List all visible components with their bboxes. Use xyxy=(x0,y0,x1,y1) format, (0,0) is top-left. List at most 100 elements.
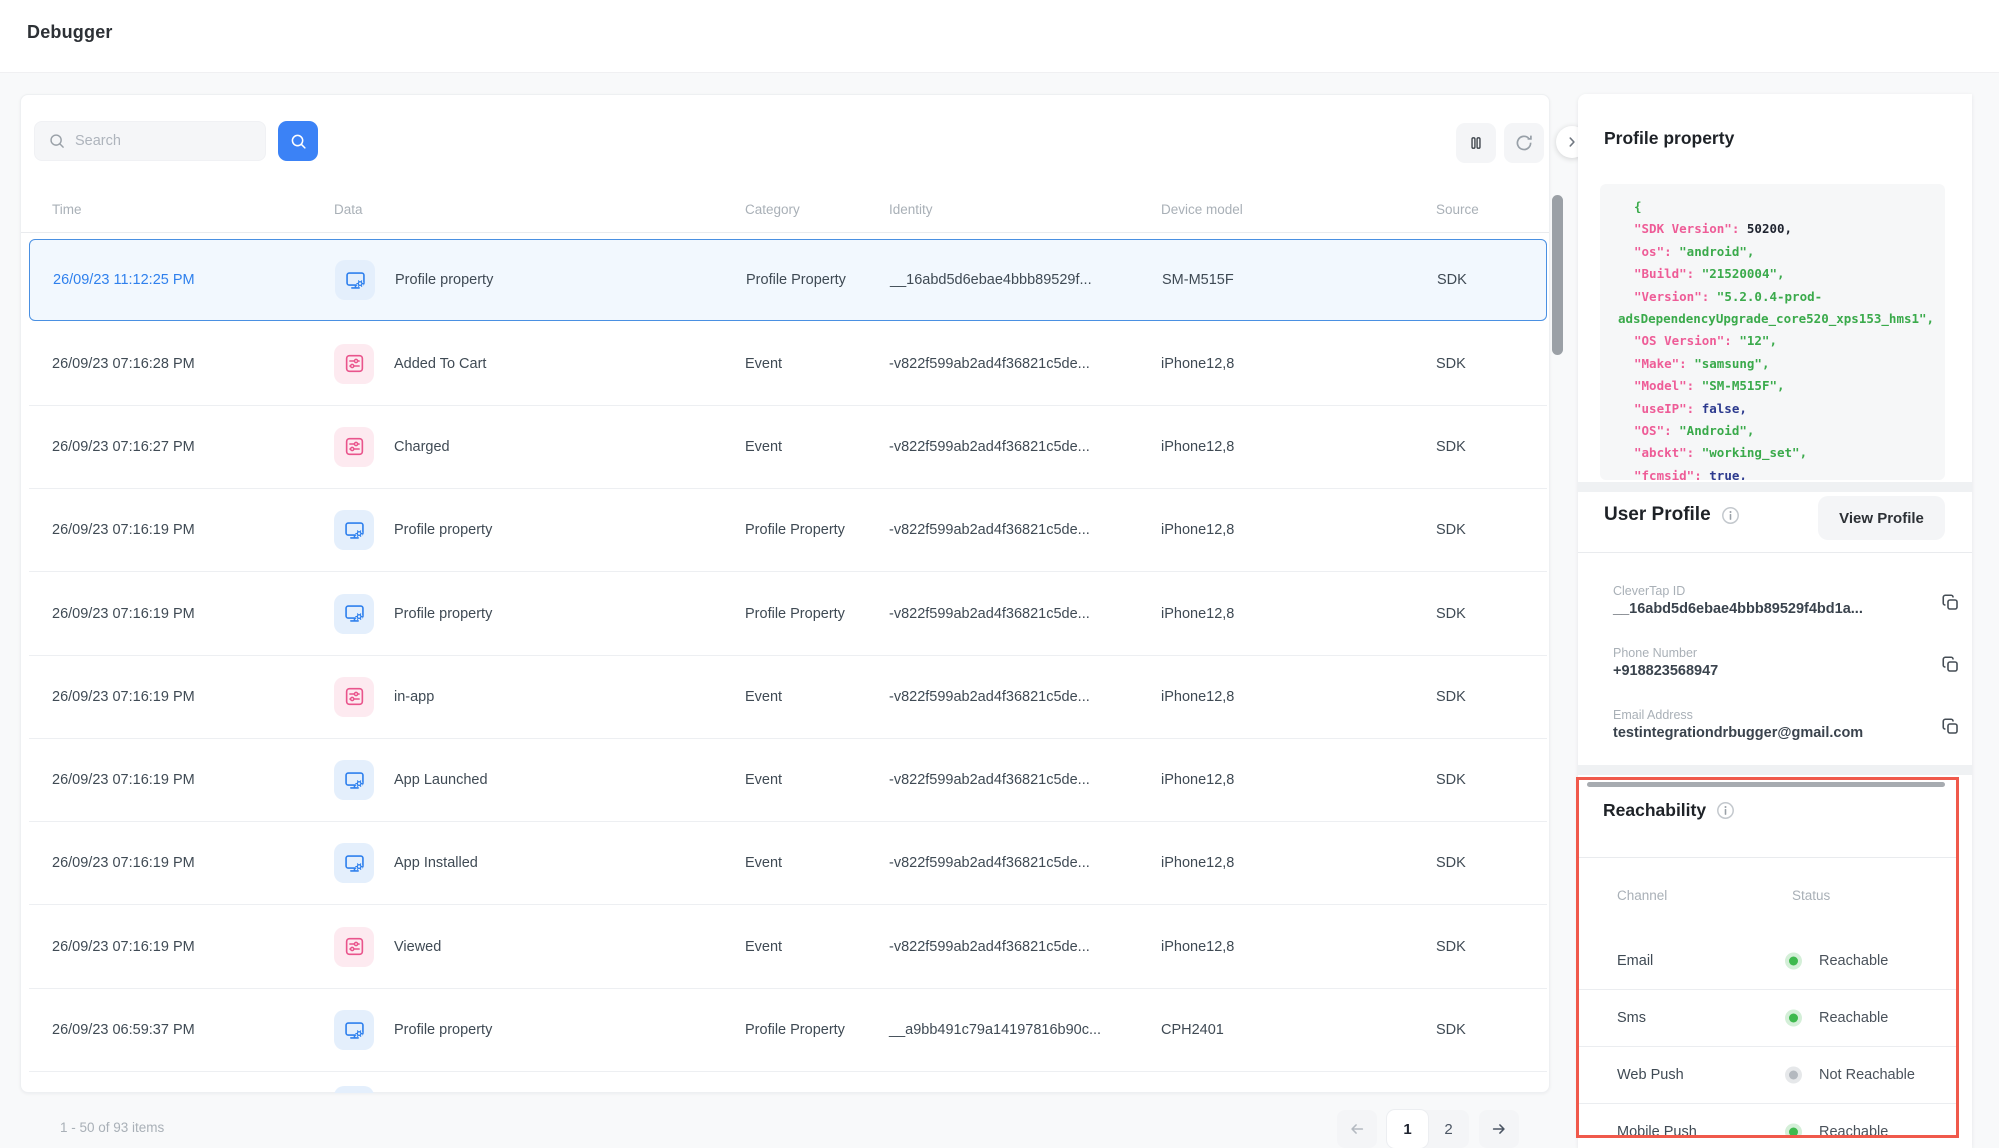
detail-panel: Profile property {"SDK Version": 50200,"… xyxy=(1578,94,1972,1148)
event-icon xyxy=(334,344,374,384)
row-data-label: in-app xyxy=(394,689,434,705)
pause-stream-button[interactable] xyxy=(1456,123,1496,163)
row-time: 26/09/23 11:12:25 PM xyxy=(53,272,195,288)
row-time: 26/09/23 07:16:28 PM xyxy=(52,356,195,372)
row-time: 26/09/23 07:16:19 PM xyxy=(52,606,195,622)
reachable-status-icon xyxy=(1785,1010,1802,1027)
row-device-model: iPhone12,8 xyxy=(1161,855,1234,871)
row-time: 26/09/23 07:16:19 PM xyxy=(52,522,195,538)
info-icon[interactable] xyxy=(1716,801,1735,820)
row-source: SDK xyxy=(1437,272,1467,288)
page-button-1[interactable]: 1 xyxy=(1387,1110,1428,1148)
field-label: CleverTap ID xyxy=(1613,584,1943,598)
row-time: 26/09/23 07:16:27 PM xyxy=(52,439,195,455)
table-scrollbar[interactable] xyxy=(1552,195,1563,355)
channel-column-header: Channel xyxy=(1617,888,1667,903)
reachable-status-icon xyxy=(1785,1124,1802,1136)
page-button-2[interactable]: 2 xyxy=(1428,1110,1469,1148)
row-device-model: CPH2401 xyxy=(1161,1022,1224,1038)
row-data-label: Profile property xyxy=(394,606,492,622)
section-divider xyxy=(1578,765,1972,775)
panel-title: Profile property xyxy=(1604,128,1734,149)
table-row[interactable]: 26/09/23 07:16:19 PM App Installed Event… xyxy=(29,822,1547,905)
row-time: 26/09/23 07:16:19 PM xyxy=(52,939,195,955)
status-label: Reachable xyxy=(1819,1010,1888,1026)
search-button[interactable] xyxy=(278,121,318,161)
pause-icon xyxy=(1467,134,1485,152)
divider xyxy=(1579,857,1956,858)
row-data-label: Profile property xyxy=(394,1022,492,1038)
search-placeholder: Search xyxy=(75,133,121,149)
event-icon xyxy=(334,427,374,467)
table-row[interactable]: 26/09/23 07:16:19 PM Profile property Pr… xyxy=(29,573,1547,656)
field-label: Email Address xyxy=(1613,708,1943,722)
table-row[interactable]: 26/09/23 07:16:28 PM Added To Cart Event… xyxy=(29,323,1547,406)
row-identity: -v822f599ab2ad4f36821c5de... xyxy=(889,606,1090,622)
row-category: Profile Property xyxy=(745,1022,845,1038)
profile-property-icon xyxy=(334,760,374,800)
row-identity: -v822f599ab2ad4f36821c5de... xyxy=(889,689,1090,705)
row-data-label: App Launched xyxy=(394,772,488,788)
row-identity: __16abd5d6ebae4bbb89529f... xyxy=(890,272,1092,288)
profile-field: Phone Number+918823568947 xyxy=(1613,646,1943,679)
status-label: Not Reachable xyxy=(1819,1067,1915,1083)
row-source: SDK xyxy=(1436,939,1466,955)
reachability-row: Mobile PushReachable xyxy=(1579,1104,1956,1135)
not-reachable-status-icon xyxy=(1785,1067,1802,1084)
row-category: Event xyxy=(745,439,782,455)
page-title: Debugger xyxy=(27,22,113,43)
row-data-label: Charged xyxy=(394,439,450,455)
channel-label: Mobile Push xyxy=(1617,1124,1697,1135)
refresh-icon xyxy=(1514,133,1534,153)
row-category: Profile Property xyxy=(745,522,845,538)
status-column-header: Status xyxy=(1792,888,1830,903)
row-source: SDK xyxy=(1436,356,1466,372)
row-time: 26/09/23 06:59:37 PM xyxy=(52,1022,195,1038)
copy-icon[interactable] xyxy=(1940,716,1961,737)
table-row[interactable]: 26/09/23 07:16:19 PM Profile property Pr… xyxy=(29,489,1547,572)
view-profile-button[interactable]: View Profile xyxy=(1818,496,1945,540)
row-device-model: iPhone12,8 xyxy=(1161,606,1234,622)
field-value: __16abd5d6ebae4bbb89529f4bd1a... xyxy=(1613,601,1943,617)
table-header: TimeDataCategoryIdentityDevice modelSour… xyxy=(21,191,1549,233)
channel-label: Web Push xyxy=(1617,1067,1684,1083)
channel-label: Sms xyxy=(1617,1010,1646,1026)
reachability-row: Web Push Not Reachable xyxy=(1579,1047,1956,1104)
row-category: Profile Property xyxy=(746,272,846,288)
row-source: SDK xyxy=(1436,439,1466,455)
info-icon[interactable] xyxy=(1721,506,1740,525)
row-identity: -v822f599ab2ad4f36821c5de... xyxy=(889,439,1090,455)
table-row[interactable]: 26/09/23 07:16:19 PM in-app Event -v822f… xyxy=(29,656,1547,739)
column-header: Source xyxy=(1436,202,1479,217)
row-time: 26/09/23 07:16:19 PM xyxy=(52,689,195,705)
row-time: 26/09/23 07:16:19 PM xyxy=(52,855,195,871)
table-row[interactable]: 26/09/23 07:16:19 PM App Launched Event … xyxy=(29,739,1547,822)
table-row[interactable]: 26/09/23 06:59:37 PM Profile property Pr… xyxy=(29,989,1547,1072)
search-input[interactable]: Search xyxy=(34,121,266,161)
horizontal-scrollbar[interactable] xyxy=(1587,782,1945,787)
status-label: Reachable xyxy=(1819,953,1888,969)
reachability-highlight-box: Reachability Channel Status EmailReachab… xyxy=(1576,777,1959,1138)
table-row[interactable]: 26/09/23 07:16:27 PM Charged Event -v822… xyxy=(29,406,1547,489)
reachability-row: Sms Reachable xyxy=(1579,990,1956,1047)
row-device-model: iPhone12,8 xyxy=(1161,939,1234,955)
items-count: 1 - 50 of 93 items xyxy=(60,1120,164,1135)
row-category: Profile Property xyxy=(745,606,845,622)
chevron-right-icon xyxy=(1565,135,1579,149)
divider xyxy=(1578,552,1972,553)
row-identity: -v822f599ab2ad4f36821c5de... xyxy=(889,772,1090,788)
row-data-label: Added To Cart xyxy=(394,356,486,372)
table-row[interactable]: 26/09/23 11:12:25 PM Profile property Pr… xyxy=(29,239,1547,321)
next-page-button[interactable] xyxy=(1479,1110,1519,1148)
field-label: Phone Number xyxy=(1613,646,1943,660)
column-header: Time xyxy=(52,202,82,217)
copy-icon[interactable] xyxy=(1940,654,1961,675)
debugger-table-card: Search TimeDataCategoryIdentityDevice mo… xyxy=(20,94,1550,1093)
prev-page-button[interactable] xyxy=(1337,1110,1377,1148)
row-source: SDK xyxy=(1436,772,1466,788)
table-row[interactable]: 26/09/23 07:16:19 PM Viewed Event -v822f… xyxy=(29,906,1547,989)
row-category: Event xyxy=(745,689,782,705)
refresh-button[interactable] xyxy=(1504,123,1544,163)
row-data-label: App Installed xyxy=(394,855,478,871)
copy-icon[interactable] xyxy=(1940,592,1961,613)
